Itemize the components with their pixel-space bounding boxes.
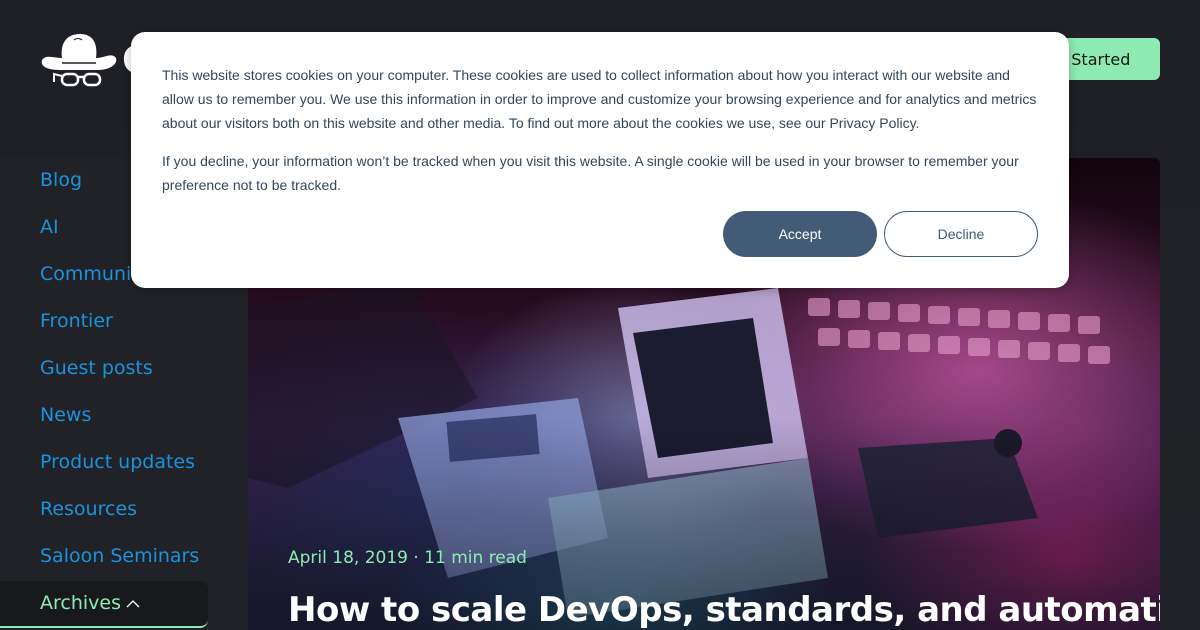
accept-cookies-button[interactable]: Accept	[723, 211, 877, 257]
sidebar-item-frontier[interactable]: Frontier	[40, 310, 113, 332]
logo[interactable]	[40, 30, 120, 88]
cookie-description: This website stores cookies on your comp…	[162, 67, 1037, 131]
sidebar-archives-toggle[interactable]: Archives	[0, 581, 208, 628]
post-meta: April 18, 2019 · 11 min read	[288, 548, 527, 568]
sidebar-item-ai[interactable]: AI	[40, 216, 59, 238]
sidebar-item-news[interactable]: News	[40, 404, 91, 426]
page: G Get Started Blog AI Communities Fronti…	[0, 0, 1200, 630]
sidebar-item-product-updates[interactable]: Product updates	[40, 451, 195, 473]
cowboy-hat-glasses-icon	[41, 34, 117, 87]
sidebar-item-guest-posts[interactable]: Guest posts	[40, 357, 153, 379]
sidebar-item-blog[interactable]: Blog	[40, 169, 82, 191]
cookie-consent-dialog: This website stores cookies on your comp…	[131, 32, 1069, 288]
chevron-up-icon	[126, 600, 140, 608]
cookie-decline-notice: If you decline, your information won’t b…	[162, 153, 1019, 193]
decline-cookies-button[interactable]: Decline	[884, 211, 1038, 257]
archives-label: Archives	[40, 592, 121, 614]
post-title[interactable]: How to scale DevOps, standards, and auto…	[288, 590, 1160, 630]
sidebar-item-saloon-seminars[interactable]: Saloon Seminars	[40, 545, 199, 567]
sidebar-item-resources[interactable]: Resources	[40, 498, 137, 520]
